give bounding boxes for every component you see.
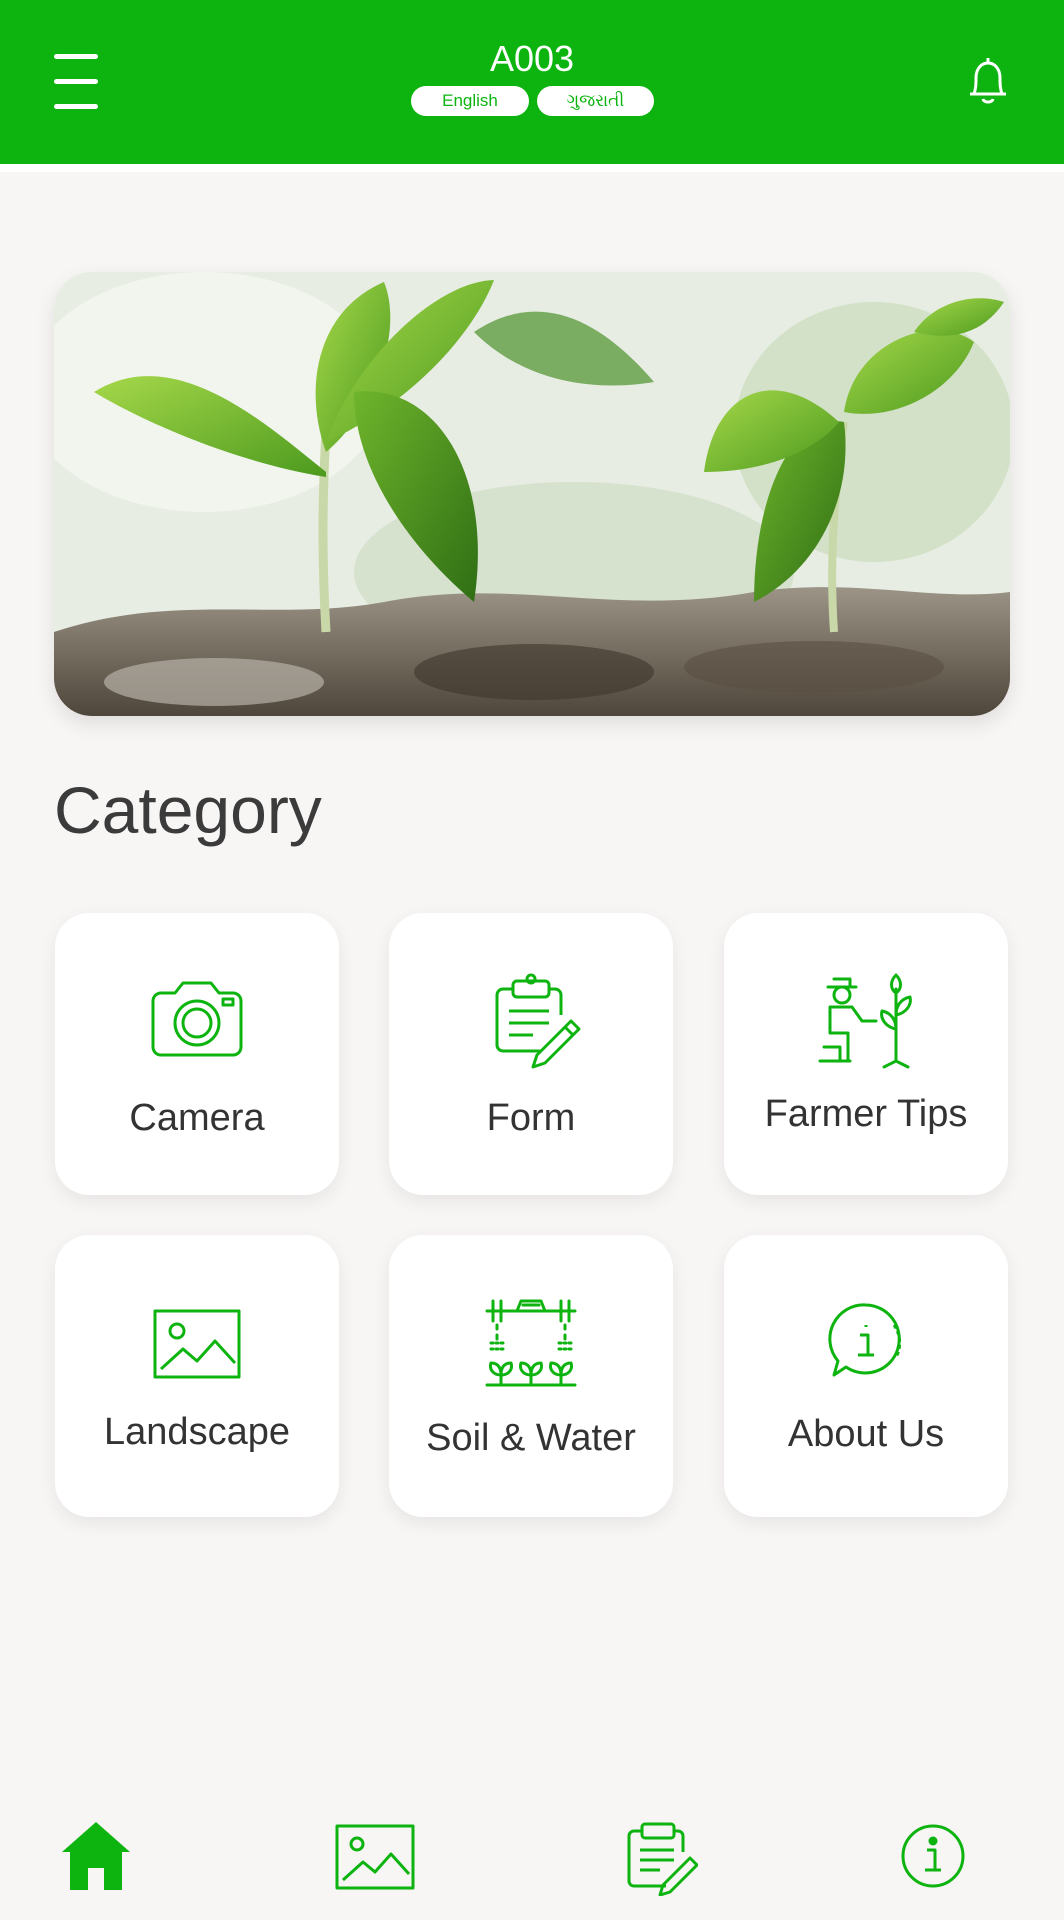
category-label: Farmer Tips (764, 1093, 968, 1135)
language-switcher: English ગુજરાતી (411, 86, 654, 116)
seedlings-illustration (54, 272, 1010, 716)
category-label: Soil & Water (426, 1417, 636, 1459)
category-card-about-us[interactable]: About Us (724, 1235, 1008, 1517)
bell-icon[interactable] (964, 54, 1012, 110)
category-label: Camera (129, 1097, 265, 1139)
category-label: About Us (787, 1413, 945, 1455)
category-card-form[interactable]: Form (389, 913, 673, 1195)
category-heading: Category (54, 773, 322, 847)
bottom-navigation (0, 1790, 1064, 1920)
clipboard-icon (495, 973, 581, 1069)
image-icon (153, 1309, 241, 1379)
app-header: A003 English ગુજરાતી (0, 0, 1064, 164)
header-divider (0, 164, 1064, 172)
category-card-soil-water[interactable]: Soil & Water (389, 1235, 673, 1517)
info-icon[interactable] (893, 1816, 973, 1896)
category-label: Landscape (104, 1411, 290, 1453)
language-english-button[interactable]: English (411, 86, 529, 116)
irrigation-icon (485, 1299, 577, 1387)
page-title: A003 (489, 38, 575, 79)
category-card-camera[interactable]: Camera (55, 913, 339, 1195)
home-icon[interactable] (56, 1816, 136, 1896)
image-icon[interactable] (335, 1816, 415, 1896)
farmer-icon (818, 973, 912, 1069)
clipboard-icon[interactable] (618, 1816, 698, 1896)
category-label: Form (486, 1097, 576, 1139)
info-chat-icon (828, 1303, 902, 1377)
hero-image (54, 272, 1010, 716)
category-card-landscape[interactable]: Landscape (55, 1235, 339, 1517)
camera-icon (151, 981, 243, 1057)
language-gujarati-button[interactable]: ગુજરાતી (537, 86, 654, 116)
category-card-farmer-tips[interactable]: Farmer Tips (724, 913, 1008, 1195)
